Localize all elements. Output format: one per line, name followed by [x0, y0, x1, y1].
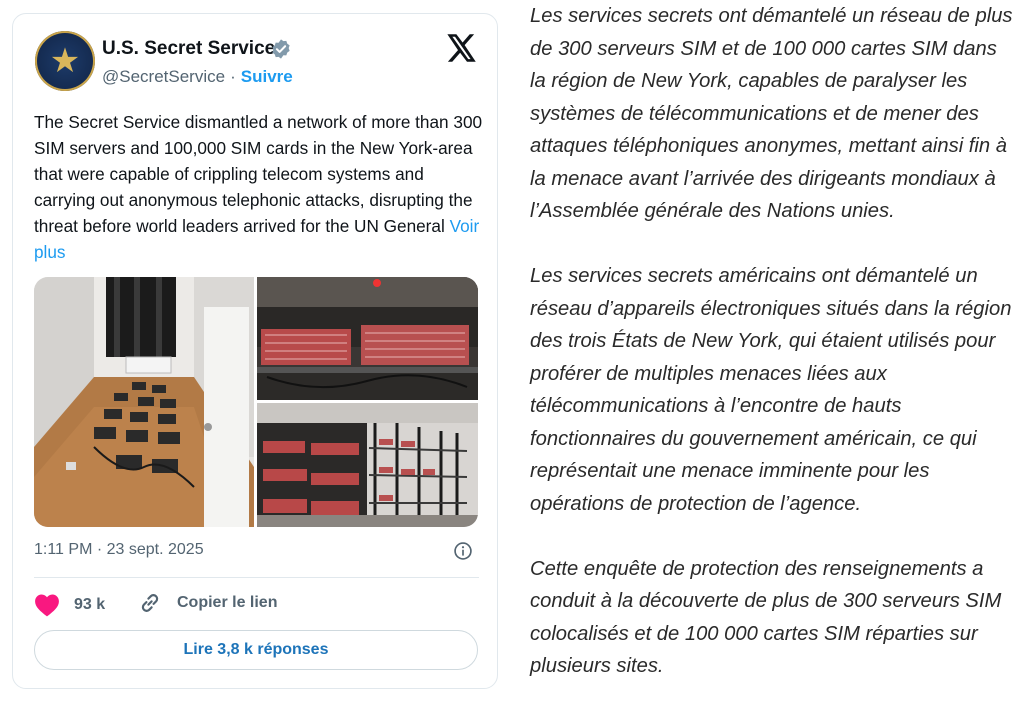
- copy-link-button[interactable]: Copier le lien: [137, 590, 277, 616]
- verified-badge-icon: [272, 39, 290, 59]
- photo-sim-boards[interactable]: [257, 277, 478, 400]
- likes-count: 93 k: [74, 596, 106, 613]
- article-paragraph: Les services secrets ont démantelé un ré…: [530, 5, 1013, 222]
- heart-icon: [35, 594, 59, 617]
- photo-sim-shelves[interactable]: [257, 403, 478, 527]
- photo-room-devices[interactable]: [34, 277, 254, 527]
- tweet-card[interactable]: ★ U.S. Secret Service @SecretService · Sui…: [12, 13, 498, 689]
- separator: ·: [230, 67, 236, 86]
- article-paragraph: Les services secrets américains ont déma…: [530, 265, 1012, 515]
- link-icon: [141, 594, 159, 612]
- avatar[interactable]: ★: [35, 31, 95, 91]
- handle-row: @SecretService · Suivre: [102, 67, 293, 87]
- follow-button[interactable]: Suivre: [241, 67, 293, 86]
- info-icon[interactable]: [453, 541, 473, 561]
- author-handle[interactable]: @SecretService: [102, 67, 225, 86]
- page: ★ U.S. Secret Service @SecretService · Sui…: [0, 0, 1024, 726]
- article-text: Les services secrets ont démantelé un ré…: [530, 0, 1016, 715]
- tweet-media[interactable]: [34, 277, 478, 527]
- like-button[interactable]: 93 k: [34, 592, 105, 618]
- divider: [34, 577, 479, 578]
- read-replies-button[interactable]: Lire 3,8 k réponses: [34, 630, 478, 670]
- tweet-body: The Secret Service dismantled a network …: [34, 112, 483, 236]
- star-badge-icon: ★: [49, 42, 81, 80]
- copy-link-label: Copier le lien: [177, 594, 278, 611]
- author-name[interactable]: U.S. Secret Service: [102, 38, 275, 60]
- tweet-timestamp[interactable]: 1:11 PM · 23 sept. 2025: [34, 541, 204, 559]
- article-paragraph: Cette enquête de protection des renseign…: [530, 557, 1002, 678]
- x-logo-icon[interactable]: [447, 34, 477, 62]
- tweet-text: The Secret Service dismantled a network …: [34, 109, 484, 265]
